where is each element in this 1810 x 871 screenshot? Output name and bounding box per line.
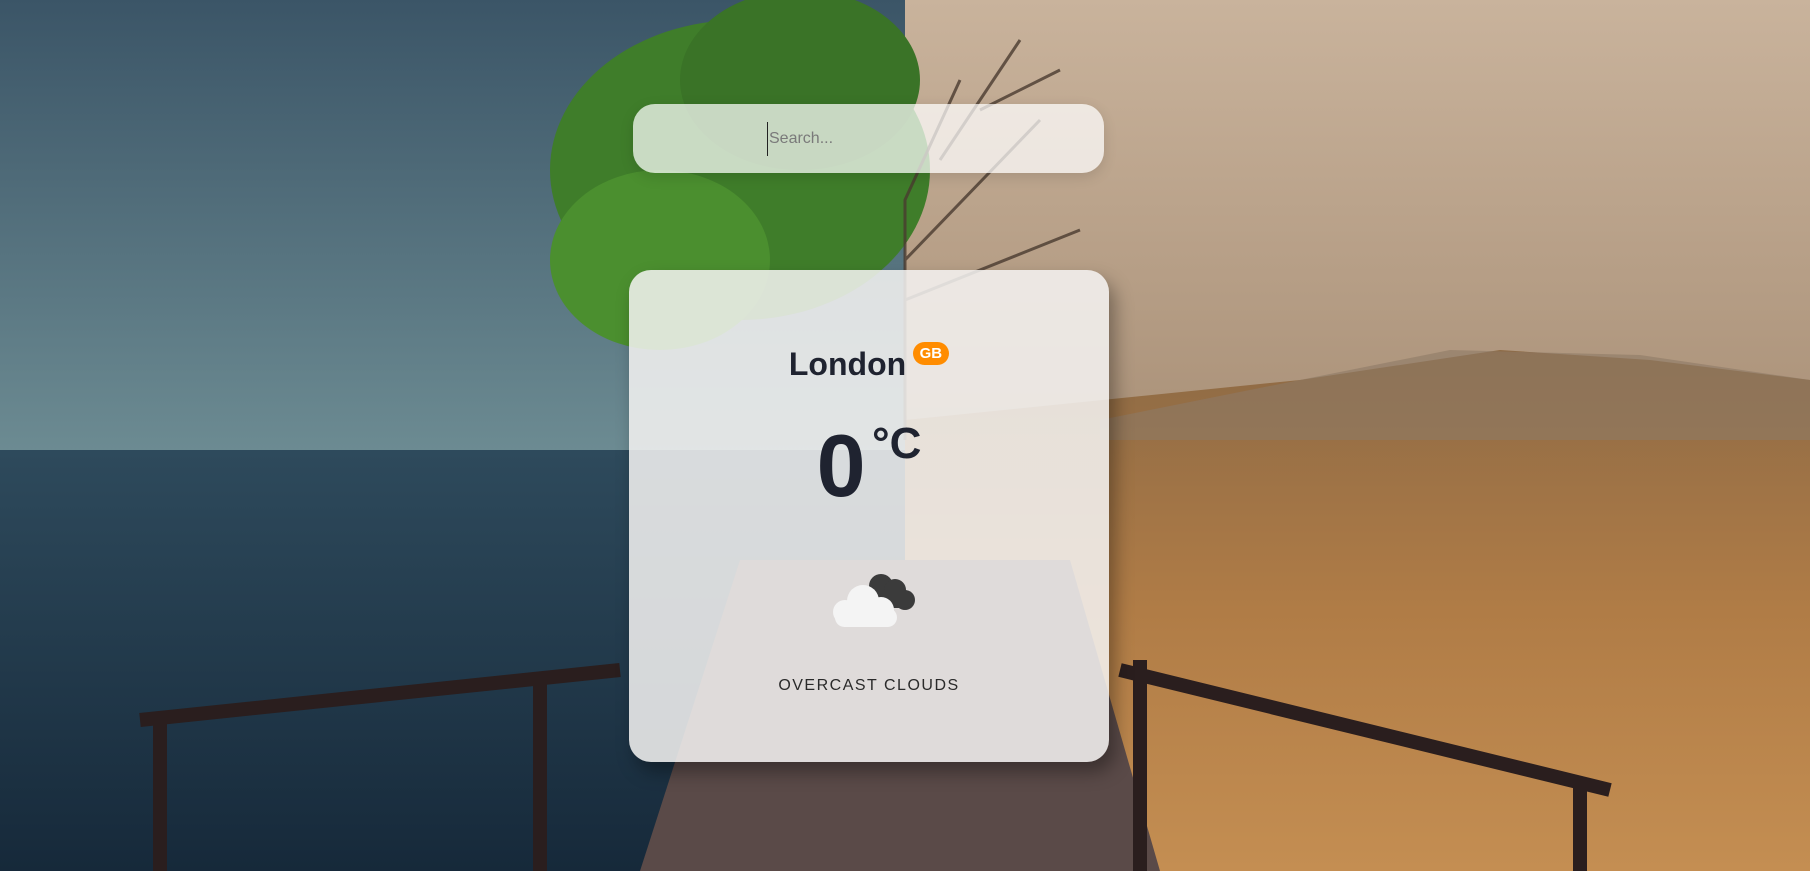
search-box: [633, 104, 1104, 173]
city-name: London: [788, 346, 907, 382]
temperature-value: 0: [816, 416, 866, 515]
weather-card: London GB 0 °C OVERCAST CLOUDS: [629, 270, 1109, 762]
temperature-unit: °C: [872, 419, 922, 468]
search-input[interactable]: [767, 122, 1071, 156]
app-background: London GB 0 °C OVERCAST CLOUDS: [0, 0, 1810, 871]
country-badge: GB: [912, 342, 950, 365]
weather-description: OVERCAST CLOUDS: [778, 677, 960, 694]
temperature: 0 °C: [629, 422, 1109, 510]
overcast-clouds-icon: [833, 574, 915, 627]
location: London GB: [629, 342, 1109, 383]
